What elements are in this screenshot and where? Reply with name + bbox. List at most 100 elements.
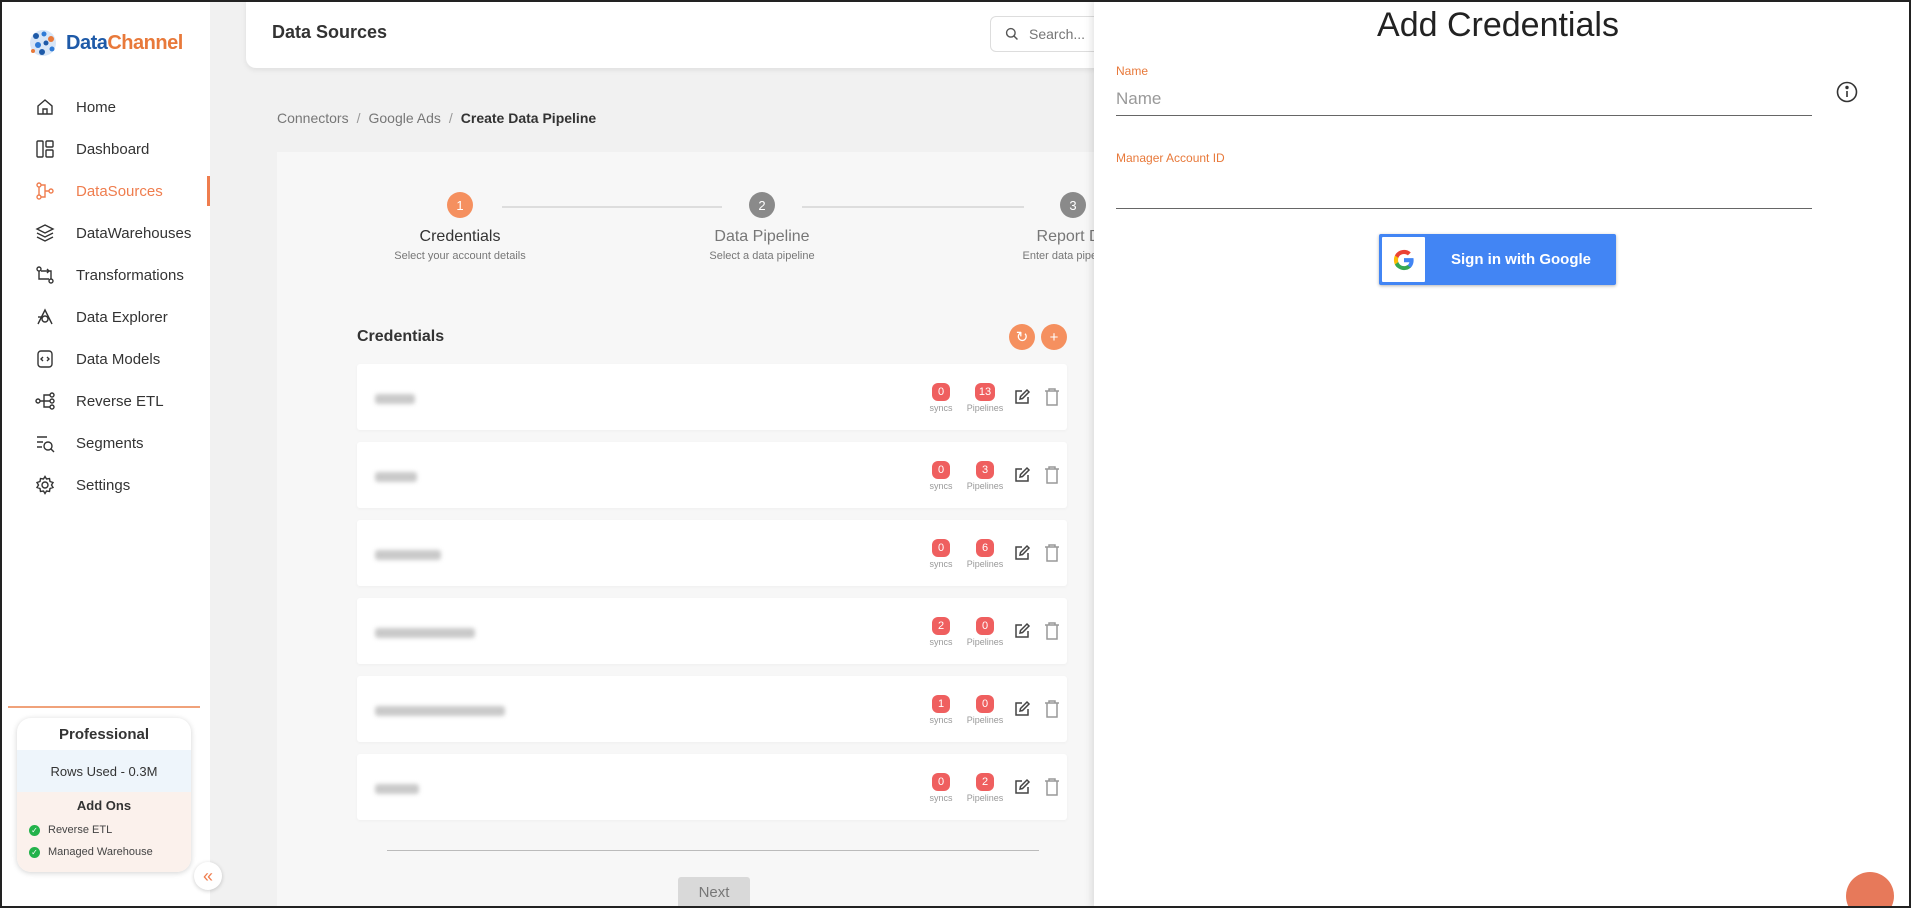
credential-name-redacted (375, 469, 919, 482)
sidebar-item-transformations[interactable]: Transformations (0, 254, 210, 296)
credential-row[interactable]: 1 syncs 0 Pipelines (357, 676, 1067, 742)
edit-button[interactable] (1007, 694, 1037, 724)
check-icon: ✓ (29, 824, 40, 836)
refresh-icon: ↻ (1015, 329, 1029, 346)
delete-button[interactable] (1037, 382, 1067, 412)
trash-icon (1045, 544, 1059, 562)
breadcrumb-google-ads[interactable]: Google Ads (368, 110, 440, 126)
collapse-sidebar-button[interactable]: « (194, 862, 222, 890)
name-label: Name (1116, 64, 1149, 78)
sidebar-item-home[interactable]: Home (0, 86, 210, 128)
edit-button[interactable] (1007, 382, 1037, 412)
trash-icon (1045, 466, 1059, 484)
sidebar-item-label: Data Models (76, 350, 161, 368)
sidebar-item-label: Home (76, 98, 117, 116)
add-credentials-drawer: Add Credentials Name Manager Account ID … (1094, 0, 1911, 908)
explorer-icon (34, 306, 56, 328)
model-icon (34, 348, 56, 370)
sidebar-item-label: Reverse ETL (76, 392, 164, 410)
delete-button[interactable] (1037, 616, 1067, 646)
edit-icon (1015, 622, 1031, 638)
google-sign-in-label: Sign in with Google (1451, 251, 1591, 268)
sidebar-item-label: Transformations (76, 266, 184, 284)
step-subtitle: Select a data pipeline (709, 250, 815, 262)
trash-icon (1045, 622, 1059, 640)
trash-icon (1045, 700, 1059, 718)
sidebar: DataChannel Home Dashboard DataSources D… (0, 0, 210, 908)
syncs-count: 0 syncs (919, 382, 963, 413)
edit-icon (1015, 778, 1031, 794)
syncs-count: 0 syncs (919, 460, 963, 491)
layers-icon (34, 222, 56, 244)
refresh-button[interactable]: ↻ (1009, 324, 1035, 350)
google-sign-in-button[interactable]: Sign in with Google (1379, 234, 1616, 285)
syncs-count: 1 syncs (919, 694, 963, 725)
credential-name-redacted (375, 391, 919, 404)
edit-button[interactable] (1007, 616, 1037, 646)
pipeline-panel: 1 Credentials Select your account detail… (277, 152, 1123, 908)
delete-button[interactable] (1037, 460, 1067, 490)
sidebar-item-segments[interactable]: Segments (0, 422, 210, 464)
credential-name-redacted (375, 547, 919, 560)
search-icon (1005, 27, 1018, 40)
info-icon[interactable] (1836, 81, 1858, 103)
add-credential-button[interactable]: + (1041, 324, 1067, 350)
sidebar-item-data-models[interactable]: Data Models (0, 338, 210, 380)
step-title: Credentials (419, 228, 501, 245)
sidebar-item-label: Segments (76, 434, 144, 452)
divider (387, 850, 1039, 851)
step-credentials[interactable]: 1 Credentials Select your account detail… (360, 192, 560, 262)
transform-icon (34, 264, 56, 286)
edit-icon (1015, 466, 1031, 482)
addon-item: ✓ Reverse ETL (17, 819, 191, 841)
syncs-count: 0 syncs (919, 772, 963, 803)
credential-row[interactable]: 0 syncs 13 Pipelines (357, 364, 1067, 430)
segments-icon (34, 432, 56, 454)
google-logo-icon (1382, 237, 1425, 282)
sidebar-item-datasources[interactable]: DataSources (0, 170, 210, 212)
edit-icon (1015, 388, 1031, 404)
plan-title: Professional (58, 725, 150, 743)
manager-account-input[interactable] (1116, 175, 1812, 209)
step-title: Data Pipeline (714, 228, 810, 245)
plus-icon: + (1049, 328, 1059, 346)
delete-button[interactable] (1037, 694, 1067, 724)
next-button[interactable]: Next (678, 877, 750, 908)
sidebar-item-dashboard[interactable]: Dashboard (0, 128, 210, 170)
sidebar-item-datawarehouses[interactable]: DataWarehouses (0, 212, 210, 254)
pipelines-count: 6 Pipelines (963, 538, 1007, 569)
brand-logo[interactable]: DataChannel (26, 26, 183, 60)
sidebar-item-settings[interactable]: Settings (0, 464, 210, 506)
rows-used: Rows Used - 0.3M (17, 750, 191, 792)
sidebar-item-reverse-etl[interactable]: Reverse ETL (0, 380, 210, 422)
pipelines-count: 2 Pipelines (963, 772, 1007, 803)
sidebar-item-data-explorer[interactable]: Data Explorer (0, 296, 210, 338)
breadcrumb-separator: / (356, 110, 361, 126)
check-icon: ✓ (29, 846, 40, 858)
delete-button[interactable] (1037, 772, 1067, 802)
addon-item: ✓ Managed Warehouse (17, 841, 191, 863)
credential-row[interactable]: 2 syncs 0 Pipelines (357, 598, 1067, 664)
brand-name: DataChannel (66, 31, 183, 54)
edit-button[interactable] (1007, 538, 1037, 568)
credential-name-redacted (375, 625, 919, 638)
syncs-count: 2 syncs (919, 616, 963, 647)
home-icon (34, 96, 56, 118)
breadcrumb-connectors[interactable]: Connectors (277, 110, 349, 126)
edit-icon (1015, 544, 1031, 560)
delete-button[interactable] (1037, 538, 1067, 568)
credential-row[interactable]: 0 syncs 3 Pipelines (357, 442, 1067, 508)
edit-button[interactable] (1007, 460, 1037, 490)
sidebar-item-label: DataSources (76, 182, 163, 200)
credential-row[interactable]: 0 syncs 2 Pipelines (357, 754, 1067, 820)
pipelines-count: 0 Pipelines (963, 694, 1007, 725)
name-input[interactable] (1116, 82, 1812, 116)
logo-icon (30, 30, 56, 56)
credential-row[interactable]: 0 syncs 6 Pipelines (357, 520, 1067, 586)
reverse-etl-icon (34, 390, 56, 412)
page-header: Data Sources (246, 0, 1120, 68)
edit-button[interactable] (1007, 772, 1037, 802)
credential-name-redacted (375, 703, 919, 716)
step-data-pipeline[interactable]: 2 Data Pipeline Select a data pipeline (662, 192, 862, 262)
addons-title: Add Ons (76, 798, 132, 813)
